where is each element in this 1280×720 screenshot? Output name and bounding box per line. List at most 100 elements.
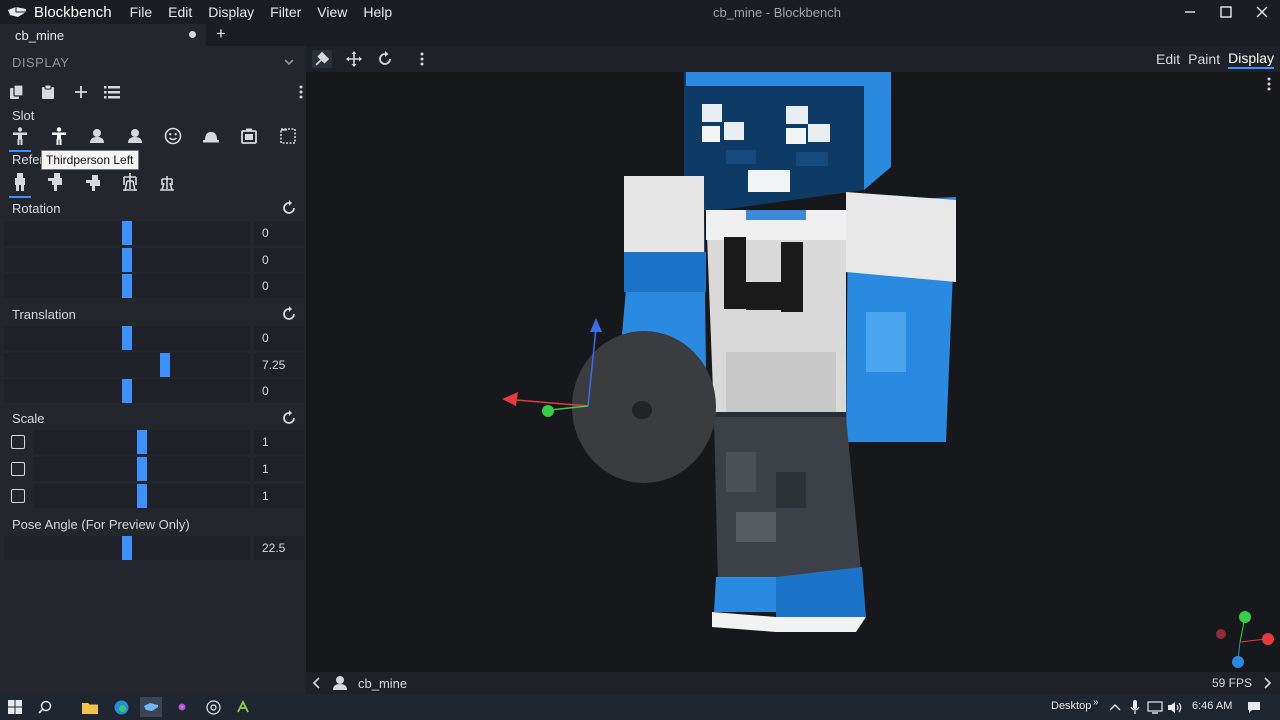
rotation-x-handle[interactable] (122, 221, 132, 245)
reset-scale-icon[interactable] (280, 409, 298, 427)
reference-baby-zombie-icon[interactable] (82, 170, 106, 194)
3d-viewport[interactable]: Edit Paint Display (306, 46, 1280, 672)
translation-y-row: 7.25 (0, 352, 306, 378)
translation-x-input[interactable]: 0 (254, 326, 304, 350)
scale-x-input[interactable]: 1 (254, 430, 304, 454)
translation-z-input[interactable]: 0 (254, 379, 304, 403)
add-icon[interactable] (72, 83, 90, 101)
chevron-down-icon[interactable] (282, 55, 296, 69)
reset-translation-icon[interactable] (280, 305, 298, 323)
model-torso[interactable] (706, 210, 846, 430)
firstperson-left-icon[interactable] (123, 124, 147, 148)
clock-time[interactable]: 6:46 AM (1192, 700, 1232, 712)
scale-y-input[interactable]: 1 (254, 457, 304, 481)
reference-armor-stand-icon[interactable] (118, 170, 142, 194)
reference-label: Refer (12, 152, 44, 167)
rotation-z-row: 0 (0, 273, 306, 299)
slot-row (0, 124, 306, 152)
translation-y-handle[interactable] (159, 353, 170, 377)
chevron-left-icon[interactable] (312, 677, 322, 689)
reference-small-stand-icon[interactable] (155, 170, 179, 194)
paste-icon[interactable] (39, 83, 57, 101)
translation-z-row: 0 (0, 378, 306, 404)
pose-angle-handle[interactable] (122, 536, 132, 560)
close-button[interactable] (1244, 0, 1280, 24)
item-frame-icon[interactable] (237, 124, 261, 148)
head-slot-icon[interactable] (161, 124, 185, 148)
app-name: Blockbench (34, 3, 112, 21)
new-tab-button[interactable]: + (212, 24, 230, 46)
menu-view[interactable]: View (317, 4, 347, 20)
firstperson-right-icon[interactable] (85, 124, 109, 148)
chevron-right-icon[interactable] (1262, 677, 1272, 689)
microphone-icon[interactable] (1124, 697, 1146, 717)
editor-taskbar-icon[interactable] (232, 697, 254, 717)
scale-y-mirror-checkbox[interactable] (11, 462, 25, 476)
scale-x-mirror-checkbox[interactable] (11, 435, 25, 449)
ground-slot-icon[interactable] (199, 124, 223, 148)
rotate-tool-icon[interactable] (375, 50, 395, 68)
preset-list-icon[interactable] (103, 83, 121, 101)
gui-slot-icon[interactable] (276, 124, 300, 148)
notification-icon[interactable] (1243, 697, 1265, 717)
menu-help[interactable]: Help (363, 4, 392, 20)
os-taskbar: Desktop » 6:46 AM (0, 694, 1280, 720)
file-explorer-icon[interactable] (79, 697, 101, 717)
chevron-up-icon[interactable] (1104, 697, 1126, 717)
status-bar: cb_mine 59 FPS (306, 672, 1280, 694)
mode-edit-tab[interactable]: Edit (1156, 51, 1180, 67)
scale-z-input[interactable]: 1 (254, 484, 304, 508)
axis-orientation-icon[interactable] (1216, 611, 1274, 668)
pose-angle-input[interactable]: 22.5 (254, 536, 304, 560)
tool-more-icon[interactable] (412, 50, 432, 68)
rotation-x-input[interactable]: 0 (254, 221, 304, 245)
display-tool-icon[interactable] (312, 50, 332, 68)
reference-zombie-icon[interactable] (45, 170, 69, 194)
scale-x-handle[interactable] (137, 430, 147, 454)
app-taskbar-icon[interactable] (171, 697, 193, 717)
rotation-z-handle[interactable] (122, 274, 132, 298)
volume-icon[interactable] (1164, 697, 1186, 717)
mode-display-tab[interactable]: Display (1228, 50, 1274, 69)
rotation-z-input[interactable]: 0 (254, 274, 304, 298)
maximize-button[interactable] (1208, 0, 1244, 24)
menu-filter[interactable]: Filter (270, 4, 301, 20)
scale-z-handle[interactable] (137, 484, 147, 508)
search-icon[interactable] (34, 697, 56, 717)
toolbar-overflow-icon[interactable]: » (1093, 697, 1099, 708)
model-user-icon (333, 676, 347, 690)
blockbench-taskbar-icon[interactable] (140, 697, 162, 717)
rotation-x-row: 0 (0, 220, 306, 246)
model-legs[interactable] (712, 417, 866, 632)
rotation-y-handle[interactable] (122, 248, 132, 272)
desktop-toolbar-label[interactable]: Desktop (1051, 700, 1091, 712)
translation-x-handle[interactable] (122, 326, 132, 350)
scale-section: Scale (0, 406, 306, 430)
copy-icon[interactable] (8, 83, 26, 101)
thirdperson-left-icon[interactable] (47, 124, 71, 148)
move-tool-icon[interactable] (344, 50, 364, 68)
network-icon[interactable] (1144, 697, 1166, 717)
menu-edit[interactable]: Edit (168, 4, 192, 20)
scale-z-mirror-checkbox[interactable] (11, 489, 25, 503)
reset-rotation-icon[interactable] (280, 199, 298, 217)
windows-start-icon[interactable] (4, 697, 26, 717)
rotation-y-input[interactable]: 0 (254, 248, 304, 272)
character-model[interactable] (306, 72, 1280, 672)
panel-header[interactable]: DISPLAY (0, 46, 306, 78)
translation-y-slider[interactable] (4, 353, 250, 377)
reference-player-icon[interactable] (8, 170, 32, 194)
scale-y-handle[interactable] (137, 457, 147, 481)
scale-label: Scale (12, 411, 45, 426)
menu-file[interactable]: File (130, 4, 153, 20)
menu-display[interactable]: Display (208, 4, 254, 20)
translation-y-input[interactable]: 7.25 (254, 353, 304, 377)
model-head[interactable] (684, 72, 891, 212)
thirdperson-right-icon[interactable] (8, 124, 32, 148)
edge-browser-icon[interactable] (110, 697, 132, 717)
mode-paint-tab[interactable]: Paint (1188, 51, 1220, 67)
translation-z-handle[interactable] (122, 379, 132, 403)
minimize-button[interactable] (1172, 0, 1208, 24)
chrome-browser-icon[interactable] (202, 697, 224, 717)
tab-cb-mine[interactable]: cb_mine (0, 24, 206, 46)
